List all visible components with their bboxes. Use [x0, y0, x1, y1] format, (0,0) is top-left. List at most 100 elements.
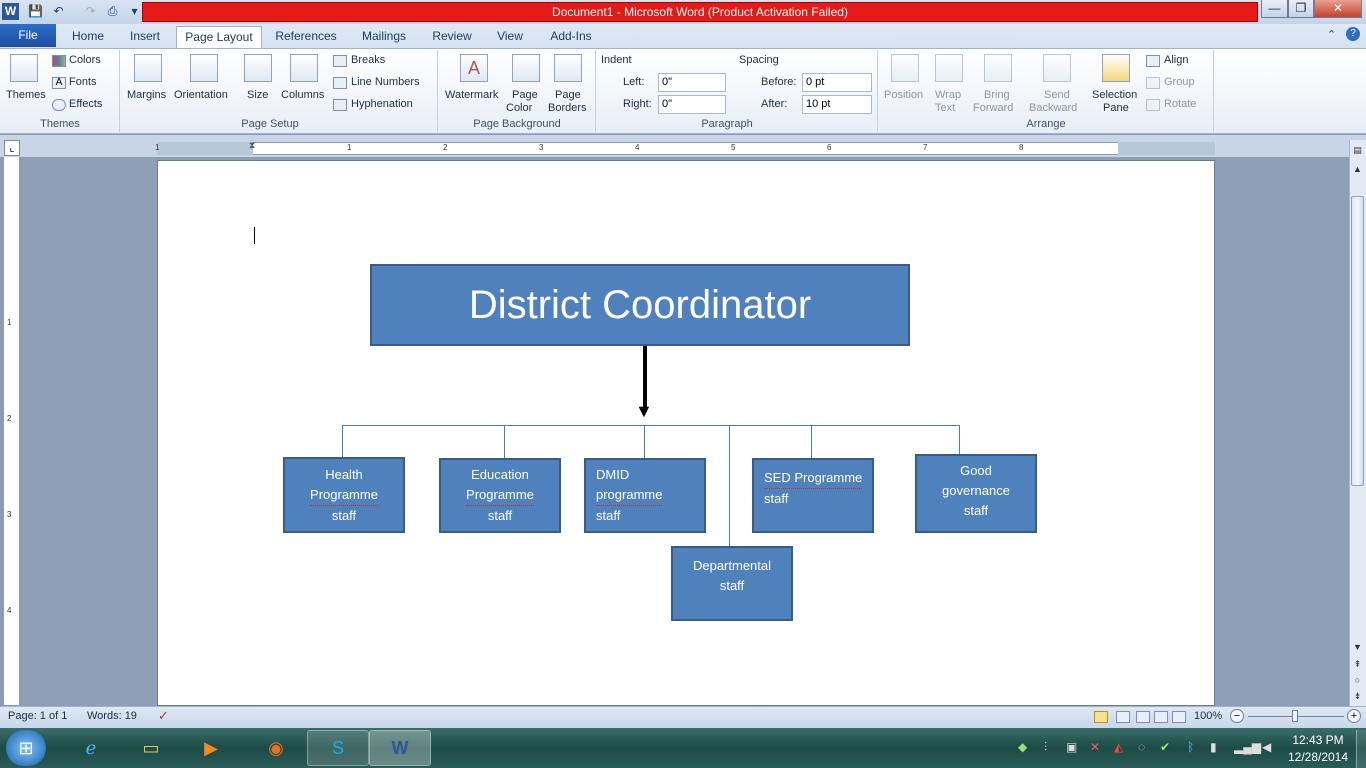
word-taskbar-icon[interactable]: W — [369, 730, 431, 766]
redo-icon[interactable]: ↷ — [82, 3, 99, 20]
zoom-in-button[interactable]: + — [1347, 709, 1361, 723]
dmid-programme-box[interactable]: DMID programme staff — [584, 458, 706, 533]
word-app-icon[interactable]: W — [2, 3, 19, 20]
indent-marker-icon[interactable]: ⧗ — [249, 140, 258, 157]
internet-explorer-icon[interactable]: ℯ — [60, 730, 122, 766]
media-player-icon[interactable]: ▶ — [180, 730, 242, 766]
print-preview-icon[interactable]: ⎙ — [104, 3, 121, 20]
group-button[interactable]: Group — [1164, 76, 1195, 88]
effects-button[interactable]: Effects — [69, 98, 102, 110]
next-page-icon[interactable]: ⇟ — [1350, 689, 1365, 703]
tab-review[interactable]: Review — [424, 24, 480, 48]
tab-selector-icon[interactable]: ⌞ — [4, 140, 20, 156]
education-programme-box[interactable]: Education Programme staff — [439, 458, 561, 533]
skype-icon[interactable]: S — [307, 730, 369, 766]
previous-page-icon[interactable]: ⇞ — [1350, 657, 1365, 671]
sed-programme-box[interactable]: SED Programme staff — [752, 458, 874, 533]
customize-quick-access-icon[interactable]: ▾ — [126, 3, 143, 20]
margins-button[interactable]: Margins — [127, 89, 166, 101]
draft-icon[interactable] — [1172, 711, 1186, 723]
horizontal-ruler[interactable] — [157, 142, 1215, 155]
tab-references[interactable]: References — [270, 24, 342, 48]
minimize-button[interactable]: — — [1261, 0, 1288, 18]
tab-mailings[interactable]: Mailings — [352, 24, 416, 48]
file-explorer-icon[interactable]: ▭ — [120, 730, 182, 766]
selection-pane-button[interactable]: Selection — [1092, 89, 1137, 101]
tab-view[interactable]: View — [490, 24, 530, 48]
save-icon[interactable]: 💾 — [27, 3, 44, 20]
district-coordinator-box[interactable]: District Coordinator — [370, 264, 910, 346]
full-screen-reading-icon[interactable] — [1116, 711, 1130, 723]
rotate-button[interactable]: Rotate — [1164, 98, 1196, 110]
scroll-thumb[interactable] — [1351, 196, 1364, 486]
tab-page-layout[interactable]: Page Layout — [176, 26, 262, 49]
browse-object-icon[interactable]: ○ — [1350, 673, 1365, 687]
indent-right-input[interactable]: 0" — [658, 95, 726, 114]
ruler-mark: 8 — [1019, 143, 1024, 152]
collapse-ribbon-icon[interactable]: ⌃ — [1327, 28, 1336, 41]
departmental-staff-box[interactable]: Departmental staff — [671, 546, 793, 621]
send-backward-button[interactable]: Send — [1044, 89, 1070, 101]
orientation-button[interactable]: Orientation — [174, 89, 228, 101]
clock-time[interactable]: 12:43 PM — [1290, 733, 1346, 747]
show-desktop-button[interactable] — [1356, 730, 1366, 768]
page-color-button[interactable]: Page — [512, 89, 538, 101]
restore-button[interactable]: ❐ — [1288, 0, 1314, 18]
clock-date[interactable]: 12/28/2014 — [1284, 750, 1352, 764]
wrap-text-button[interactable]: Wrap — [935, 89, 961, 101]
web-layout-icon[interactable] — [1136, 711, 1150, 723]
undo-icon[interactable]: ↶ — [50, 3, 67, 20]
position-button[interactable]: Position — [884, 89, 923, 101]
close-button[interactable]: ✕ — [1314, 0, 1362, 18]
tray-network-share-icon[interactable]: ◆ — [1018, 740, 1027, 754]
size-icon — [244, 54, 272, 82]
scroll-down-icon[interactable]: ▼ — [1350, 640, 1365, 654]
health-programme-box[interactable]: Health Programme staff — [283, 457, 405, 533]
line-numbers-button[interactable]: Line Numbers — [351, 76, 419, 88]
watermark-button[interactable]: Watermark — [445, 89, 498, 101]
good-governance-box[interactable]: Good governance staff — [915, 454, 1037, 533]
tab-home[interactable]: Home — [64, 24, 112, 48]
spacing-after-input[interactable]: 10 pt — [802, 95, 872, 114]
tab-insert[interactable]: Insert — [122, 24, 168, 48]
tray-security-icon[interactable]: ◌ — [1138, 740, 1145, 754]
page-count[interactable]: Page: 1 of 1 — [8, 710, 67, 722]
tray-check-icon[interactable]: ✔ — [1160, 740, 1170, 754]
zoom-slider-thumb[interactable] — [1292, 710, 1298, 722]
zoom-level[interactable]: 100% — [1194, 710, 1222, 722]
tab-file[interactable]: File — [0, 24, 56, 47]
tray-acrobat-icon[interactable]: ◭ — [1114, 740, 1123, 754]
themes-button[interactable]: Themes — [6, 89, 46, 101]
columns-button[interactable]: Columns — [281, 89, 324, 101]
size-button[interactable]: Size — [247, 89, 268, 101]
tray-signal-icon[interactable]: ▂▄▆ — [1234, 740, 1261, 754]
start-button[interactable]: ⊞ — [6, 730, 46, 766]
hyphenation-button[interactable]: Hyphenation — [351, 98, 413, 110]
fonts-button[interactable]: Fonts — [69, 76, 97, 88]
tray-volume-icon[interactable]: ◀ — [1262, 740, 1271, 754]
help-icon[interactable]: ? — [1346, 27, 1360, 41]
print-layout-icon[interactable] — [1094, 711, 1108, 723]
scroll-up-icon[interactable]: ▲ — [1350, 162, 1365, 176]
tray-antenna-icon[interactable]: ⫶ — [1044, 740, 1047, 755]
firefox-icon[interactable]: ◉ — [245, 730, 307, 766]
tray-bluetooth-icon[interactable]: ᛒ — [1187, 740, 1194, 754]
vertical-ruler[interactable] — [4, 157, 20, 705]
colors-button[interactable]: Colors — [69, 54, 101, 66]
bring-forward-button[interactable]: Bring — [984, 89, 1010, 101]
view-ruler-icon[interactable]: ▤ — [1350, 143, 1365, 157]
align-button[interactable]: Align — [1164, 54, 1188, 66]
indent-left-input[interactable]: 0" — [658, 73, 726, 92]
outline-icon[interactable] — [1154, 711, 1168, 723]
proofing-icon[interactable]: ✓ — [158, 708, 169, 724]
breaks-button[interactable]: Breaks — [351, 54, 385, 66]
spacing-before-input[interactable]: 0 pt — [802, 73, 872, 92]
tray-tools-icon[interactable]: ✕ — [1090, 740, 1100, 754]
zoom-out-button[interactable]: − — [1230, 709, 1244, 723]
tray-device-icon[interactable]: ▣ — [1066, 740, 1077, 754]
page-borders-button[interactable]: Page — [555, 89, 581, 101]
tab-add-ins[interactable]: Add-Ins — [540, 24, 602, 48]
word-count[interactable]: Words: 19 — [87, 710, 137, 722]
tray-battery-icon[interactable]: ▮ — [1210, 740, 1217, 754]
document-page[interactable] — [157, 160, 1215, 706]
